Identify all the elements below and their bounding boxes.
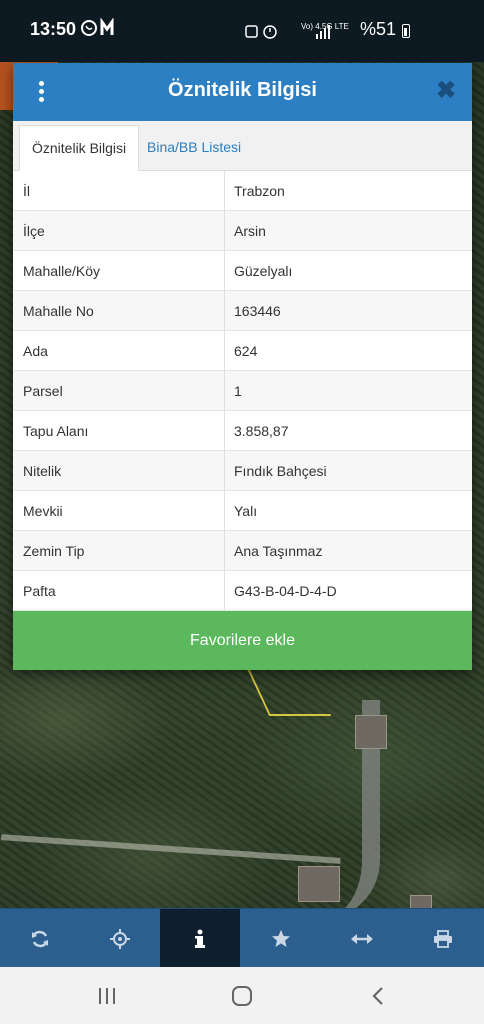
dialog-header: Öznitelik Bilgisi ✖: [13, 63, 472, 121]
table-row: Tapu Alanı 3.858,87: [13, 411, 472, 451]
attr-key: İlçe: [23, 223, 45, 239]
table-row: Zemin Tip Ana Taşınmaz: [13, 531, 472, 571]
back-button[interactable]: [338, 967, 418, 1024]
attr-value: Yalı: [234, 503, 258, 519]
print-button[interactable]: [403, 909, 483, 968]
attr-value: 1: [234, 383, 242, 399]
add-to-favorites-button[interactable]: Favorilere ekle: [13, 611, 472, 670]
table-row: İlçe Arsin: [13, 211, 472, 251]
refresh-button[interactable]: [0, 909, 80, 968]
attr-key: Ada: [23, 343, 48, 359]
status-bar: 13:50 Vo) 4.5G LTE %51: [0, 0, 484, 62]
attribute-table: İl Trabzon İlçe Arsin Mahalle/Köy Güzely…: [13, 171, 472, 611]
attr-key: Mahalle/Köy: [23, 263, 101, 279]
notification-icons: [80, 17, 120, 43]
arrows-horizontal-icon: [351, 933, 373, 944]
recent-apps-icon: [99, 987, 115, 1004]
info-button[interactable]: [160, 909, 240, 968]
home-button[interactable]: [202, 967, 282, 1024]
table-row: Ada 624: [13, 331, 472, 371]
network-label: Vo) 4.5G LTE: [301, 22, 349, 31]
table-row: Parsel 1: [13, 371, 472, 411]
attr-key: Mevkii: [23, 503, 63, 519]
bottom-toolbar: [0, 908, 484, 968]
attr-value: 624: [234, 343, 258, 359]
attr-value: 3.858,87: [234, 423, 289, 439]
attr-value: Fındık Bahçesi: [234, 463, 327, 479]
system-nav-bar: [0, 967, 484, 1024]
tab-attribute-info[interactable]: Öznitelik Bilgisi: [19, 125, 140, 171]
recent-apps-button[interactable]: [67, 967, 147, 1024]
attr-key: Mahalle No: [23, 303, 94, 319]
map-building: [410, 895, 432, 909]
table-row: Mahalle/Köy Güzelyalı: [13, 251, 472, 291]
star-icon: [272, 929, 290, 947]
attr-key: Zemin Tip: [23, 543, 85, 559]
status-time: 13:50: [30, 19, 77, 39]
close-icon[interactable]: ✖: [434, 79, 458, 103]
map-building: [355, 715, 387, 749]
attr-value: 163446: [234, 303, 281, 319]
info-icon: [195, 929, 205, 948]
battery-icon: [402, 24, 410, 38]
tab-building-list[interactable]: Bina/BB Listesi: [135, 125, 253, 171]
attr-value: G43-B-04-D-4-D: [234, 583, 337, 599]
attr-value: Arsin: [234, 223, 266, 239]
back-icon: [372, 986, 383, 1005]
attr-key: Tapu Alanı: [23, 423, 89, 439]
home-icon: [232, 985, 252, 1006]
table-row: İl Trabzon: [13, 171, 472, 211]
favorites-button[interactable]: [241, 909, 321, 968]
table-row: Mahalle No 163446: [13, 291, 472, 331]
measure-button[interactable]: [322, 909, 402, 968]
attr-key: Pafta: [23, 583, 56, 599]
crosshair-icon: [110, 928, 130, 949]
attribute-dialog: Öznitelik Bilgisi ✖ Öznitelik Bilgisi Bi…: [13, 63, 472, 670]
attr-value: Ana Taşınmaz: [234, 543, 323, 559]
print-icon: [434, 929, 452, 948]
refresh-icon: [32, 930, 48, 947]
table-row: Pafta G43-B-04-D-4-D: [13, 571, 472, 611]
attr-value: Güzelyalı: [234, 263, 293, 279]
locate-button[interactable]: [80, 909, 160, 968]
table-row: Nitelik Fındık Bahçesi: [13, 451, 472, 491]
tab-bar: Öznitelik Bilgisi Bina/BB Listesi: [13, 121, 472, 171]
dialog-title: Öznitelik Bilgisi: [168, 79, 317, 101]
battery-percent: %51: [360, 19, 397, 39]
attr-key: İl: [23, 183, 30, 199]
table-row: Mevkii Yalı: [13, 491, 472, 531]
attr-value: Trabzon: [234, 183, 285, 199]
attr-key: Parsel: [23, 383, 63, 399]
map-building: [298, 866, 340, 902]
attr-key: Nitelik: [23, 463, 62, 479]
